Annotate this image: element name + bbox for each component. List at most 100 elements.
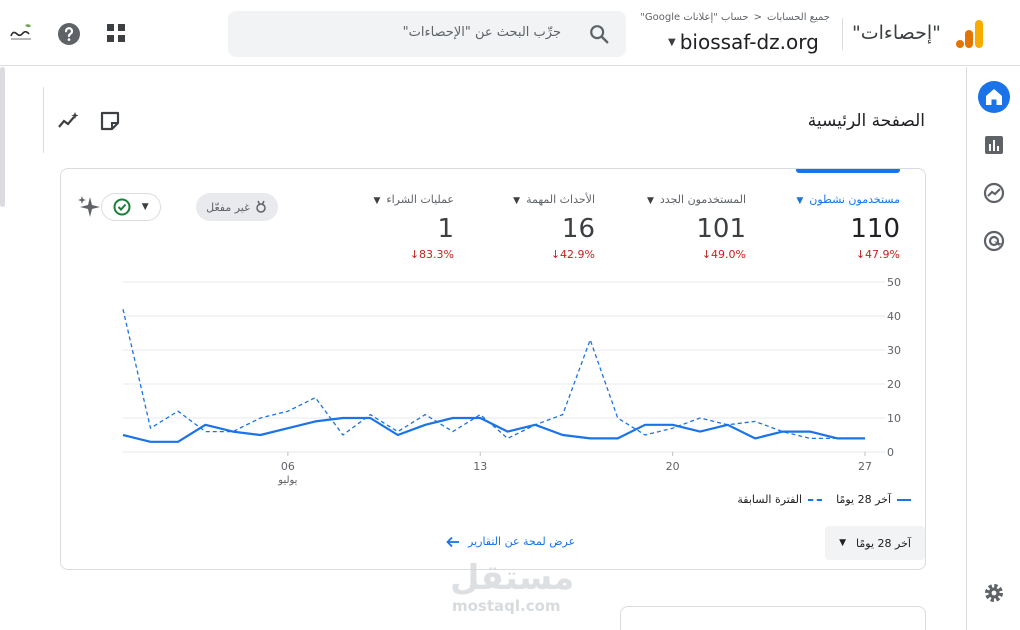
arrow-down-icon: ↓ xyxy=(550,248,561,261)
series-line-previous xyxy=(122,309,865,440)
left-scrollbar[interactable] xyxy=(0,67,5,207)
header-vertical-divider xyxy=(43,87,44,153)
help-icon[interactable] xyxy=(57,22,81,46)
chart-legend: آخر 28 يومًا الفترة السابقة xyxy=(737,493,911,506)
metric-key-events[interactable]: الأحداث المهمة▼ 16 42.9%↓ xyxy=(445,193,595,261)
metric-new-users[interactable]: المستخدمون الجدد▼ 101 49.0%↓ xyxy=(596,193,746,261)
arrow-down-icon: ↓ xyxy=(855,248,866,261)
metric-change: 83.3%↓ xyxy=(409,248,454,261)
nav-home-button[interactable] xyxy=(978,81,1010,113)
metric-change: 47.9%↓ xyxy=(855,248,900,261)
status-label: غير مفعّل xyxy=(206,200,250,214)
award-off-icon xyxy=(256,200,266,213)
nav-reports-button[interactable] xyxy=(978,129,1010,161)
home-icon xyxy=(986,89,1002,105)
metric-value: 1 xyxy=(437,214,454,244)
product-title: "إحصاءات" xyxy=(852,22,941,44)
gear-icon xyxy=(985,584,1003,602)
property-name: biossaf-dz.org xyxy=(679,30,819,54)
chart-series xyxy=(122,309,865,443)
x-axis-ticks: 06 يوليو 13 20 27 xyxy=(277,452,872,486)
metric-label: عمليات الشراء▼ xyxy=(373,193,454,206)
property-selector[interactable]: ▼ biossaf-dz.org xyxy=(668,30,819,54)
nav-admin-button[interactable] xyxy=(978,577,1010,609)
x-tick-sublabel: يوليو xyxy=(277,475,297,486)
arrow-down-icon: ↓ xyxy=(409,248,420,261)
header-divider xyxy=(842,18,843,50)
watermark-url: mostaql.com xyxy=(452,597,561,615)
legend-current: آخر 28 يومًا xyxy=(836,493,911,506)
breadcrumb-account[interactable]: حساب "إعلانات Google" xyxy=(640,12,748,23)
metric-value: 16 xyxy=(561,214,595,244)
note-icon[interactable] xyxy=(99,110,121,132)
watermark-logo: مستقل xyxy=(450,558,575,598)
caret-down-icon: ▼ xyxy=(141,202,149,212)
nav-rail xyxy=(966,67,1020,630)
view-reports-label: عرض لمحة عن التقارير xyxy=(468,535,576,548)
check-circle-icon xyxy=(113,198,131,216)
metric-change: 42.9%↓ xyxy=(550,248,595,261)
search-input[interactable]: جرِّب البحث عن "الإحصاءات" xyxy=(403,25,561,40)
view-reports-link[interactable]: عرض لمحة عن التقارير xyxy=(446,535,575,548)
legend-current-label: آخر 28 يومًا xyxy=(836,493,891,506)
overview-card: مستخدمون نشطون▼ 110 47.9%↓ المستخدمون ال… xyxy=(60,168,926,570)
y-tick-label: 0 xyxy=(887,446,894,459)
metric-purchases[interactable]: عمليات الشراء▼ 1 83.3%↓ xyxy=(304,193,454,261)
arrow-left-icon xyxy=(446,536,459,547)
status-badge[interactable]: غير مفعّل xyxy=(196,193,278,221)
x-tick-label: 27 xyxy=(858,460,872,473)
legend-previous-label: الفترة السابقة xyxy=(737,493,803,506)
legend-previous: الفترة السابقة xyxy=(737,493,823,506)
metric-label: مستخدمون نشطون▼ xyxy=(796,193,900,206)
active-metric-indicator xyxy=(796,169,900,173)
metric-active-users[interactable]: مستخدمون نشطون▼ 110 47.9%↓ xyxy=(750,193,900,261)
caret-down-icon: ▼ xyxy=(796,196,804,206)
y-tick-label: 50 xyxy=(887,276,901,289)
y-axis-ticks: 0 10 20 30 40 50 xyxy=(887,276,901,459)
metric-label: الأحداث المهمة▼ xyxy=(513,193,595,206)
line-chart: 0 10 20 30 40 50 06 يوليو 13 20 27 xyxy=(122,276,901,486)
breadcrumb[interactable]: جميع الحسابات < حساب "إعلانات Google" xyxy=(640,12,830,23)
breadcrumb-all-accounts[interactable]: جميع الحسابات xyxy=(767,12,830,23)
avatar[interactable] xyxy=(7,22,35,44)
caret-down-icon: ▼ xyxy=(373,196,381,206)
page-title: الصفحة الرئيسية xyxy=(807,111,925,131)
insights-icon[interactable] xyxy=(57,110,79,132)
chart-grid xyxy=(123,281,885,453)
metric-value: 101 xyxy=(696,214,746,244)
apps-grid-icon[interactable] xyxy=(106,23,126,43)
metric-value: 110 xyxy=(850,214,900,244)
y-tick-label: 40 xyxy=(887,310,901,323)
nav-explore-button[interactable] xyxy=(978,177,1010,209)
analytics-app: "إحصاءات" جميع الحسابات < حساب "إعلانات Go… xyxy=(0,0,1020,630)
top-bar: "إحصاءات" جميع الحسابات < حساب "إعلانات Go… xyxy=(0,0,1020,66)
caret-down-icon: ▼ xyxy=(513,196,521,206)
metric-change: 49.0%↓ xyxy=(701,248,746,261)
x-tick-label: 13 xyxy=(473,460,487,473)
x-tick-label: 20 xyxy=(666,460,680,473)
caret-down-icon: ▼ xyxy=(646,196,654,206)
y-tick-label: 20 xyxy=(887,378,901,391)
x-tick-label: 06 xyxy=(281,460,295,473)
search-icon xyxy=(590,25,609,44)
date-range-button[interactable]: آخر 28 يومًا ▼ xyxy=(825,526,925,560)
caret-down-icon: ▼ xyxy=(839,538,847,548)
sparkle-icon[interactable] xyxy=(77,194,103,220)
nav-advertising-button[interactable] xyxy=(978,225,1010,257)
search-box[interactable]: جرِّب البحث عن "الإحصاءات" xyxy=(228,11,626,57)
date-range-label: آخر 28 يومًا xyxy=(856,536,911,550)
breadcrumb-separator: < xyxy=(753,12,763,23)
legend-swatch-dashed xyxy=(808,498,823,501)
legend-swatch-solid xyxy=(897,498,911,501)
advertising-icon xyxy=(983,230,1005,252)
analytics-logo-icon[interactable] xyxy=(955,18,985,50)
caret-down-icon: ▼ xyxy=(668,36,676,48)
comparison-dropdown[interactable]: ▼ xyxy=(101,193,161,221)
metric-label: المستخدمون الجدد▼ xyxy=(646,193,746,206)
arrow-down-icon: ↓ xyxy=(701,248,712,261)
y-tick-label: 10 xyxy=(887,412,901,425)
y-tick-label: 30 xyxy=(887,344,901,357)
explore-icon xyxy=(983,182,1005,204)
bar-chart-icon xyxy=(985,136,1003,154)
secondary-card xyxy=(620,606,926,630)
